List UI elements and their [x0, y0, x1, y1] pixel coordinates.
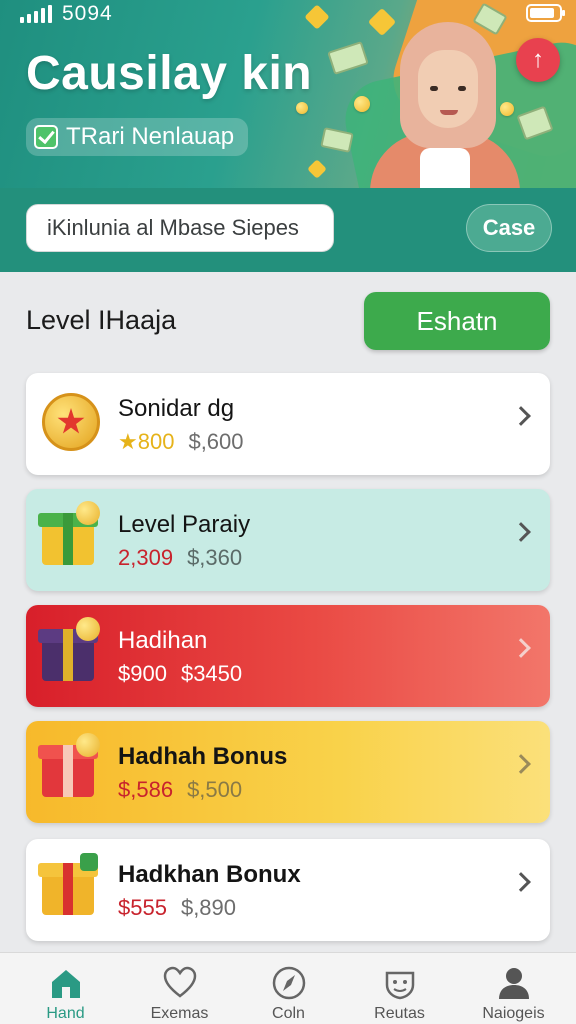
- compass-icon: [271, 965, 307, 1001]
- card-value-b: $,890: [180, 895, 237, 920]
- card-values: $900 $3450: [118, 661, 242, 687]
- card-value-a: $555: [118, 895, 167, 920]
- card-values: ★800 $,600: [118, 429, 244, 455]
- search-input-value: iKinlunia al Mbase Siepes: [47, 215, 299, 240]
- chevron-right-icon: [511, 638, 531, 658]
- chevron-right-icon: [511, 754, 531, 774]
- reward-card[interactable]: Hadihan $900 $3450: [26, 605, 550, 707]
- verified-badge-label: TRari Nenlauap: [66, 123, 235, 150]
- tab-home[interactable]: Hand: [8, 953, 123, 1024]
- share-arrow-icon: ↑: [532, 46, 544, 73]
- gift-box-icon: [38, 501, 102, 569]
- reward-card[interactable]: Level Paraiy 2,309 $,360: [26, 489, 550, 591]
- home-icon: [48, 965, 84, 1001]
- gift-box-icon: [38, 617, 102, 685]
- medal-icon: [42, 393, 102, 453]
- chevron-right-icon: [511, 522, 531, 542]
- card-title: Hadkhan Bonux: [118, 861, 301, 888]
- tab-label: Exemas: [150, 1005, 209, 1022]
- coin-icon: [296, 102, 308, 114]
- card-value-a: 2,309: [118, 545, 174, 570]
- gift-box-icon: [38, 733, 102, 801]
- star-icon: ★: [118, 429, 138, 454]
- chevron-right-icon: [511, 406, 531, 426]
- coin-icon: [354, 96, 370, 112]
- gem-icon: [307, 159, 327, 179]
- verified-badge: TRari Nenlauap: [26, 118, 249, 156]
- reward-card[interactable]: Hadkhan Bonux $555 $,890: [26, 839, 550, 941]
- share-button[interactable]: ↑: [516, 38, 560, 82]
- heart-icon: [162, 965, 198, 1001]
- hero-person-image: [370, 22, 520, 202]
- profile-icon: [496, 965, 532, 1001]
- reward-card[interactable]: Sonidar dg ★800 $,600: [26, 373, 550, 475]
- card-value-b: $3450: [180, 661, 243, 686]
- card-value-a-text: 800: [137, 429, 175, 454]
- estimate-button[interactable]: Eshatn: [364, 292, 550, 350]
- card-value-b: $,600: [188, 429, 244, 454]
- section-title: Level IHaaja: [26, 305, 177, 335]
- checkbox-icon: [34, 125, 58, 149]
- card-title: Level Paraiy: [118, 511, 251, 538]
- app-title: Causilay kin: [26, 47, 313, 100]
- tab-exemas[interactable]: Exemas: [122, 953, 237, 1024]
- card-values: $,586 $,500: [118, 777, 242, 803]
- card-title: Hadihan: [118, 627, 208, 654]
- badge-icon: [382, 965, 418, 1001]
- status-time: 5094: [62, 2, 113, 25]
- tab-label: Hand: [46, 1005, 85, 1022]
- card-values: 2,309 $,360: [118, 545, 242, 571]
- card-value-b: $,360: [187, 545, 243, 570]
- tab-label: Coln: [272, 1005, 305, 1022]
- tab-coln[interactable]: Coln: [231, 953, 346, 1024]
- card-values: $555 $,890: [118, 895, 236, 921]
- chevron-right-icon: [511, 872, 531, 892]
- tab-label: Naiogeis: [482, 1005, 545, 1022]
- search-input[interactable]: iKinlunia al Mbase Siepes: [26, 204, 334, 252]
- signal-icon: [20, 5, 52, 23]
- card-title: Hadhah Bonus: [118, 743, 288, 770]
- gem-icon: [304, 4, 330, 30]
- tab-reutas[interactable]: Reutas: [342, 953, 457, 1024]
- tab-label: Reutas: [374, 1005, 425, 1022]
- card-title: Sonidar dg: [118, 395, 235, 422]
- gift-box-icon: [38, 853, 102, 919]
- card-value-a: $900: [118, 661, 167, 686]
- battery-icon: [526, 4, 565, 22]
- reward-card[interactable]: Hadhah Bonus $,586 $,500: [26, 721, 550, 823]
- tab-profile[interactable]: Naiogeis: [456, 953, 571, 1024]
- card-value-a: ★800: [118, 429, 174, 455]
- banknote-icon: [327, 41, 369, 75]
- card-value-a: $,586: [118, 777, 174, 802]
- case-button[interactable]: Case: [466, 204, 552, 252]
- bottom-tab-bar: Hand Exemas Coln Reutas Naiogeis: [0, 952, 576, 1024]
- card-value-b: $,500: [187, 777, 243, 802]
- status-bar: 5094: [20, 2, 113, 26]
